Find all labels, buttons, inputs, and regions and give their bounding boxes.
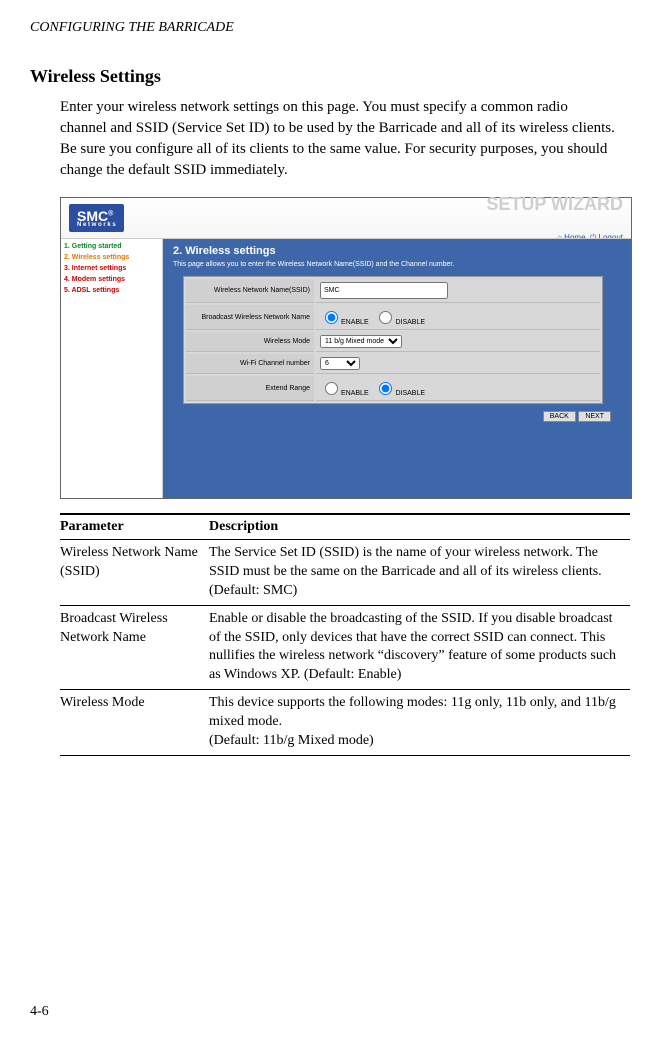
- nav-step-3[interactable]: 3. Internet settings: [64, 265, 159, 272]
- setup-wizard-label: SETUP WIZARD: [486, 194, 623, 215]
- broadcast-enable-radio[interactable]: [325, 311, 338, 324]
- panel-title: 2. Wireless settings: [173, 245, 621, 257]
- logo-subtext: N e t w o r k s: [77, 222, 116, 228]
- nav-step-1[interactable]: 1. Getting started: [64, 243, 159, 250]
- table-row: Broadcast Wireless Network Name Enable o…: [60, 605, 630, 690]
- desc-cell: Enable or disable the broadcasting of th…: [209, 605, 630, 690]
- smc-logo: SMC® N e t w o r k s: [69, 204, 124, 232]
- table-row: Wireless Mode This device supports the f…: [60, 690, 630, 756]
- param-cell: Broadcast Wireless Network Name: [60, 605, 209, 690]
- param-cell: Wireless Mode: [60, 690, 209, 756]
- th-parameter: Parameter: [60, 514, 209, 540]
- broadcast-disable-radio[interactable]: [379, 311, 392, 324]
- nav-step-2[interactable]: 2. Wireless settings: [64, 254, 159, 261]
- th-description: Description: [209, 514, 630, 540]
- desc-cell: The Service Set ID (SSID) is the name of…: [209, 540, 630, 606]
- wizard-nav: 1. Getting started 2. Wireless settings …: [61, 239, 163, 498]
- ssid-input[interactable]: [320, 282, 448, 299]
- router-screenshot: SMC® N e t w o r k s SETUP WIZARD ⌂ Home…: [60, 197, 632, 499]
- nav-step-5[interactable]: 5. ADSL settings: [64, 287, 159, 294]
- disable-text: DISABLE: [395, 319, 425, 326]
- mode-label: Wireless Mode: [186, 332, 314, 352]
- settings-form: Wireless Network Name(SSID) Broadcast Wi…: [183, 276, 603, 404]
- running-header: CONFIGURING THE BARRICADE: [30, 20, 616, 36]
- enable-text-2: ENABLE: [341, 390, 369, 397]
- parameter-table: Parameter Description Wireless Network N…: [60, 513, 630, 756]
- extend-disable-radio[interactable]: [379, 382, 392, 395]
- channel-select[interactable]: 6: [320, 357, 360, 370]
- enable-text: ENABLE: [341, 319, 369, 326]
- table-row: Wireless Network Name (SSID) The Service…: [60, 540, 630, 606]
- nav-step-4[interactable]: 4. Modem settings: [64, 276, 159, 283]
- channel-label: Wi-Fi Channel number: [186, 354, 314, 374]
- param-cell: Wireless Network Name (SSID): [60, 540, 209, 606]
- ssid-label: Wireless Network Name(SSID): [186, 279, 314, 303]
- back-button[interactable]: BACK: [543, 411, 576, 422]
- page-number: 4-6: [30, 1004, 49, 1020]
- panel-desc: This page allows you to enter the Wirele…: [173, 261, 621, 268]
- extend-label: Extend Range: [186, 376, 314, 401]
- broadcast-label: Broadcast Wireless Network Name: [186, 305, 314, 330]
- extend-enable-radio[interactable]: [325, 382, 338, 395]
- next-button[interactable]: NEXT: [578, 411, 611, 422]
- desc-cell: This device supports the following modes…: [209, 690, 630, 756]
- disable-text-2: DISABLE: [395, 390, 425, 397]
- mode-select[interactable]: 11 b/g Mixed mode: [320, 335, 402, 348]
- section-title: Wireless Settings: [30, 66, 616, 87]
- section-intro: Enter your wireless network settings on …: [60, 97, 616, 181]
